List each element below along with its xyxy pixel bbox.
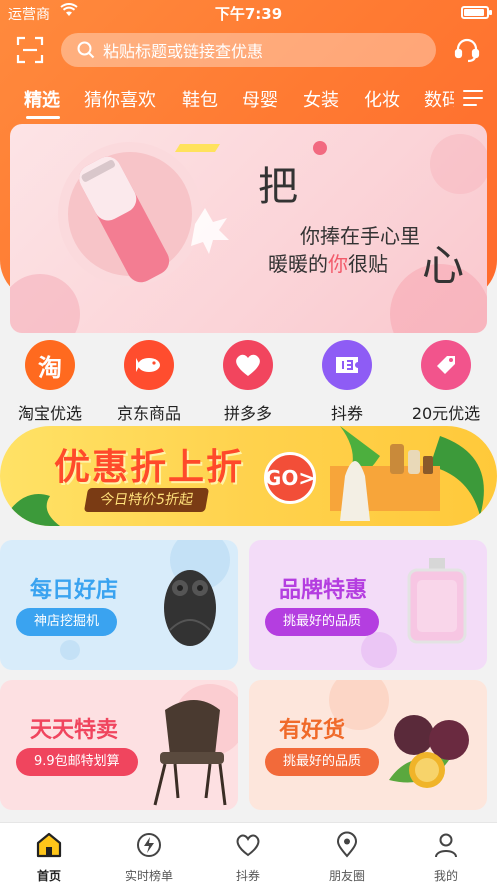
location-icon xyxy=(336,831,358,858)
banner-text-xin: 心 xyxy=(422,241,465,290)
passion-fruit-image xyxy=(329,680,469,788)
search-input[interactable]: 粘贴标题或链接查优惠 xyxy=(61,33,436,67)
card-pill-brand-deals[interactable]: 挑最好的品质 xyxy=(265,608,380,636)
tab-digital[interactable]: 数码 xyxy=(424,86,454,112)
promo-title: 优惠折上折 xyxy=(54,447,245,488)
category-20-yuan[interactable]: 20元优选 xyxy=(406,340,486,424)
tab-shoes-bags[interactable]: 鞋包 xyxy=(182,86,218,112)
category-pinduoduo[interactable]: 拼多多 xyxy=(208,340,288,424)
category-jd[interactable]: 京东商品 xyxy=(109,340,189,424)
pinduoduo-heart-icon xyxy=(223,340,273,390)
scan-icon[interactable] xyxy=(16,36,44,64)
card-title-daily-shop: 每日好店 xyxy=(30,578,119,603)
battery-icon xyxy=(461,6,492,19)
taobao-icon: 淘 xyxy=(25,340,75,390)
nav-moments[interactable]: 朋友圈 xyxy=(307,831,387,883)
card-daily-sale[interactable]: 天天特卖 9.9包邮特划算 xyxy=(0,680,238,810)
tab-guess-you-like[interactable]: 猜你喜欢 xyxy=(84,86,156,112)
tab-cosmetics[interactable]: 化妆 xyxy=(364,86,400,112)
bottom-navigation: 首页 实时榜单 抖券 朋友圈 我的 xyxy=(0,822,497,883)
card-title-daily-sale: 天天特卖 xyxy=(30,718,119,743)
card-brand-deals[interactable]: 品牌特惠 挑最好的品质 xyxy=(249,540,487,670)
card-good-stuff[interactable]: 有好货 挑最好的品质 xyxy=(249,680,487,810)
heart-icon xyxy=(236,834,260,857)
jd-dog-icon xyxy=(124,340,174,390)
banner-text-line2: 暖暖的你很贴 xyxy=(268,252,388,276)
tag-icon xyxy=(421,340,471,390)
status-bar: 运营商 下午7:39 xyxy=(0,0,497,26)
banner-text-ba: 把 xyxy=(258,164,298,210)
card-title-brand-deals: 品牌特惠 xyxy=(279,578,368,603)
tab-active-indicator xyxy=(26,116,60,119)
nav-mine[interactable]: 我的 xyxy=(406,831,486,883)
nav-home[interactable]: 首页 xyxy=(9,831,89,883)
card-daily-shop[interactable]: 每日好店 神店挖掘机 xyxy=(0,540,238,670)
user-icon xyxy=(435,833,457,858)
card-title-good-stuff: 有好货 xyxy=(279,718,346,743)
owl-figurine-image xyxy=(60,540,230,660)
ticket-icon xyxy=(322,340,372,390)
card-pill-daily-shop[interactable]: 神店挖掘机 xyxy=(16,608,118,636)
promo-go-button[interactable]: GO> xyxy=(264,452,316,504)
tab-womens-wear[interactable]: 女装 xyxy=(303,86,339,112)
hero-banner[interactable]: 把 你捧在手心里 暖暖的你很贴 心 xyxy=(10,124,487,333)
category-tabs: 精选 猜你喜欢 鞋包 母婴 女装 化妆 数码 xyxy=(0,82,497,122)
promo-subtitle: 今日特价5折起 xyxy=(83,488,210,512)
nav-douquan[interactable]: 抖券 xyxy=(208,831,288,883)
search-icon xyxy=(77,41,95,59)
tab-mother-baby[interactable]: 母婴 xyxy=(242,86,278,112)
search-placeholder: 粘贴标题或链接查优惠 xyxy=(103,42,264,61)
card-pill-daily-sale[interactable]: 9.9包邮特划算 xyxy=(16,748,138,776)
tab-menu-icon[interactable] xyxy=(463,90,483,106)
card-pill-good-stuff[interactable]: 挑最好的品质 xyxy=(265,748,380,776)
lightning-icon xyxy=(137,833,161,857)
banner-text-line1: 你捧在手心里 xyxy=(300,224,420,248)
category-taobao[interactable]: 淘 淘宝优选 xyxy=(10,340,90,424)
tab-featured[interactable]: 精选 xyxy=(24,86,60,112)
chair-image xyxy=(153,684,238,806)
perfume-bottle-image xyxy=(361,558,467,668)
customer-service-icon[interactable] xyxy=(453,36,481,64)
clock: 下午7:39 xyxy=(214,5,283,23)
promo-banner[interactable]: 优惠折上折 今日特价5折起 xyxy=(0,426,497,526)
home-icon xyxy=(36,832,62,858)
category-douquan[interactable]: 抖券 xyxy=(307,340,387,424)
nav-realtime-ranking[interactable]: 实时榜单 xyxy=(109,831,189,883)
